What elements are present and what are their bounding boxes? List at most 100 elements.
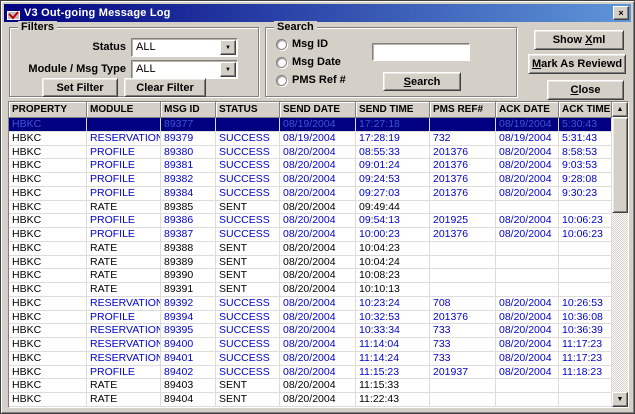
table-cell: HBKC <box>9 311 87 324</box>
show-xml-button[interactable]: Show Xml <box>534 30 624 50</box>
table-cell: 08/20/2004 <box>280 214 356 227</box>
table-cell: 08/20/2004 <box>496 338 559 351</box>
module-type-dropdown-value: ALL <box>136 63 156 75</box>
column-header[interactable]: SEND DATE <box>280 102 356 118</box>
table-row[interactable]: HBKCRATE89391SENT08/20/200410:10:13 <box>9 283 612 297</box>
table-row[interactable]: HBKCRESERVATION89392SUCCESS08/20/200410:… <box>9 297 612 311</box>
mark-as-reviewed-button[interactable]: Mark As Reviewd <box>528 54 626 74</box>
table-cell: 08/20/2004 <box>280 352 356 365</box>
table-row[interactable]: HBKCPROFILE89384SUCCESS08/20/200409:27:0… <box>9 187 612 201</box>
status-dropdown-value: ALL <box>136 41 156 53</box>
table-cell: 201376 <box>430 173 496 186</box>
chevron-down-icon[interactable]: ▼ <box>220 62 236 77</box>
table-cell: 5:31:43 <box>559 132 612 145</box>
table-cell: RESERVATION <box>87 324 161 337</box>
table-cell: SENT <box>216 269 280 282</box>
label-part: earch <box>411 76 440 88</box>
table-row[interactable]: HBKCRATE89389SENT08/20/200410:04:24 <box>9 256 612 270</box>
table-cell: RESERVATION <box>87 132 161 145</box>
table-cell: PROFILE <box>87 366 161 379</box>
column-header[interactable]: PMS REF# <box>430 102 496 118</box>
search-button[interactable]: Search <box>383 72 461 91</box>
title-bar[interactable]: V3 Out-going Message Log × <box>4 4 631 22</box>
table-cell <box>559 283 612 296</box>
label-part: Show <box>553 34 585 46</box>
table-cell: 08/19/2004 <box>280 132 356 145</box>
radio-pms-ref[interactable]: PMS Ref # <box>276 74 346 86</box>
table-cell: 08/20/2004 <box>280 159 356 172</box>
table-row[interactable]: HBKCRESERVATION89379SUCCESS08/19/200417:… <box>9 132 612 146</box>
table-cell: 10:32:53 <box>356 311 430 324</box>
table-cell: RATE <box>87 379 161 392</box>
table-cell: 89387 <box>161 228 216 241</box>
table-cell <box>430 256 496 269</box>
chevron-down-icon[interactable]: ▼ <box>220 40 236 55</box>
table-row[interactable]: HBKCRESERVATION89395SUCCESS08/20/200410:… <box>9 324 612 338</box>
table-row[interactable]: HBKCPROFILE89387SUCCESS08/20/200410:00:2… <box>9 228 612 242</box>
column-header[interactable]: MODULE <box>87 102 161 118</box>
module-type-dropdown[interactable]: ALL ▼ <box>131 60 238 79</box>
table-cell <box>496 283 559 296</box>
label-part: ml <box>592 34 605 46</box>
log-table-body: HBKC8937708/19/200417:27:1808/19/20045:3… <box>9 118 612 407</box>
table-cell: SUCCESS <box>216 228 280 241</box>
log-table-header: PROPERTYMODULEMSG IDSTATUSSEND DATESEND … <box>9 102 612 118</box>
radio-msg-date-label: Msg Date <box>292 56 341 68</box>
table-cell: 11:14:24 <box>356 352 430 365</box>
column-header[interactable]: ACK TIME <box>559 102 612 118</box>
table-row[interactable]: HBKCRESERVATION89401SUCCESS08/20/200411:… <box>9 352 612 366</box>
scroll-up-icon[interactable]: ▲ <box>612 102 628 117</box>
search-input[interactable] <box>372 43 470 61</box>
table-cell <box>430 269 496 282</box>
column-header[interactable]: MSG ID <box>161 102 216 118</box>
table-cell: 08/20/2004 <box>280 269 356 282</box>
radio-msg-id[interactable]: Msg ID <box>276 38 328 50</box>
table-row[interactable]: HBKCPROFILE89394SUCCESS08/20/200410:32:5… <box>9 311 612 325</box>
column-header[interactable]: STATUS <box>216 102 280 118</box>
table-cell: 08/20/2004 <box>496 366 559 379</box>
table-cell: PROFILE <box>87 311 161 324</box>
table-cell: 09:54:13 <box>356 214 430 227</box>
table-row[interactable]: HBKCPROFILE89382SUCCESS08/20/200409:24:5… <box>9 173 612 187</box>
table-cell: 733 <box>430 324 496 337</box>
close-button[interactable]: Close <box>547 80 624 100</box>
scroll-down-icon[interactable]: ▼ <box>612 392 628 407</box>
table-row[interactable]: HBKCRATE89388SENT08/20/200410:04:23 <box>9 242 612 256</box>
table-cell: 08/20/2004 <box>496 146 559 159</box>
table-cell: 201376 <box>430 311 496 324</box>
column-header[interactable]: ACK DATE <box>496 102 559 118</box>
table-row[interactable]: HBKCRATE89390SENT08/20/200410:08:23 <box>9 269 612 283</box>
table-cell: 08/20/2004 <box>280 173 356 186</box>
table-cell: SUCCESS <box>216 146 280 159</box>
table-cell: 11:18:23 <box>559 366 612 379</box>
set-filter-button[interactable]: Set Filter <box>42 78 118 97</box>
table-row[interactable]: HBKCPROFILE89381SUCCESS08/20/200409:01:2… <box>9 159 612 173</box>
radio-msg-date[interactable]: Msg Date <box>276 56 341 68</box>
column-header[interactable]: PROPERTY <box>9 102 87 118</box>
table-row[interactable]: HBKC8937708/19/200417:27:1808/19/20045:3… <box>9 118 612 132</box>
close-icon[interactable]: × <box>613 6 629 20</box>
label-part: lose <box>578 84 600 96</box>
table-cell: 201925 <box>430 214 496 227</box>
table-row[interactable]: HBKCRATE89404SENT08/20/200411:22:43 <box>9 393 612 407</box>
table-cell: 708 <box>430 297 496 310</box>
table-cell: HBKC <box>9 187 87 200</box>
column-header[interactable]: SEND TIME <box>356 102 430 118</box>
table-cell: SUCCESS <box>216 173 280 186</box>
table-row[interactable]: HBKCPROFILE89402SUCCESS08/20/200411:15:2… <box>9 366 612 380</box>
table-cell: HBKC <box>9 256 87 269</box>
table-cell: HBKC <box>9 379 87 392</box>
scrollbar-thumb[interactable] <box>612 117 628 213</box>
table-cell: HBKC <box>9 173 87 186</box>
table-cell: HBKC <box>9 159 87 172</box>
table-row[interactable]: HBKCRESERVATION89400SUCCESS08/20/200411:… <box>9 338 612 352</box>
table-row[interactable]: HBKCPROFILE89380SUCCESS08/20/200408:55:3… <box>9 146 612 160</box>
status-dropdown[interactable]: ALL ▼ <box>131 38 238 57</box>
table-row[interactable]: HBKCPROFILE89386SUCCESS08/20/200409:54:1… <box>9 214 612 228</box>
table-row[interactable]: HBKCRATE89403SENT08/20/200411:15:33 <box>9 379 612 393</box>
vertical-scrollbar[interactable]: ▲ ▼ <box>612 102 628 407</box>
table-cell: 08/20/2004 <box>280 256 356 269</box>
table-cell: 10:06:23 <box>559 228 612 241</box>
clear-filter-button[interactable]: Clear Filter <box>124 78 206 97</box>
table-row[interactable]: HBKCRATE89385SENT08/20/200409:49:44 <box>9 201 612 215</box>
